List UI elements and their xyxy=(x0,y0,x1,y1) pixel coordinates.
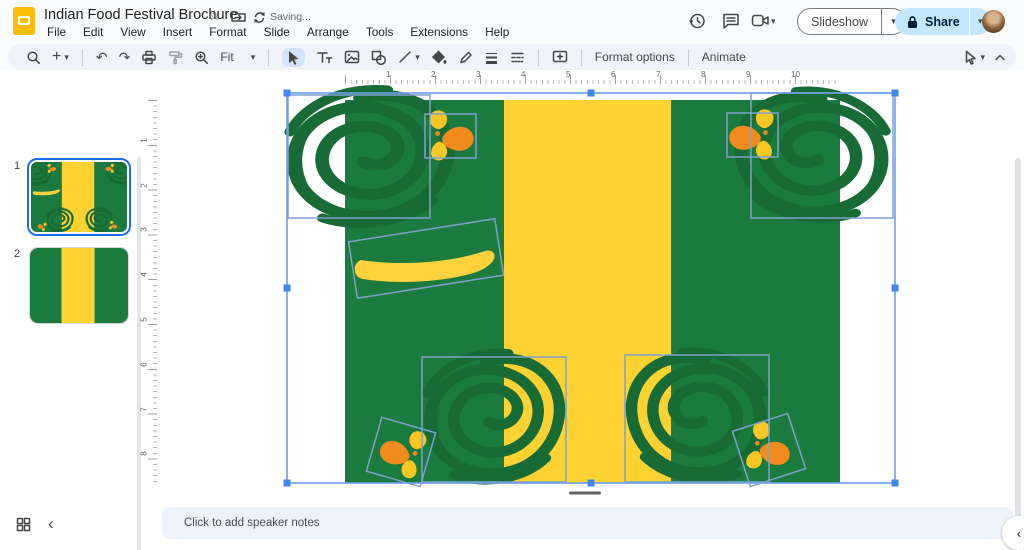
v-ruler-number: 6 xyxy=(140,362,149,366)
insert-image-icon[interactable] xyxy=(344,50,360,64)
menu-help[interactable]: Help xyxy=(480,23,514,41)
redo-icon[interactable]: ↷ xyxy=(119,50,131,64)
zoom-in-icon[interactable] xyxy=(194,50,209,65)
v-ruler-number: 2 xyxy=(140,183,149,187)
slide-1-number: 1 xyxy=(14,160,20,172)
selection-handle xyxy=(892,90,899,97)
undo-icon[interactable]: ↶ xyxy=(96,50,108,64)
workspace: 1 2 12345678910 12345678 xyxy=(0,70,1024,507)
canvas-v-scrollbar[interactable] xyxy=(1015,158,1021,550)
grid-view-icon[interactable] xyxy=(16,517,31,532)
header: Indian Food Festival Brochure ☆ Saving..… xyxy=(0,0,1024,70)
collapse-filmstrip-icon[interactable]: ‹ xyxy=(48,514,54,534)
collapse-toolbar-icon[interactable] xyxy=(994,53,1006,61)
menu-arrange[interactable]: Arrange xyxy=(302,23,354,41)
v-ruler-number: 5 xyxy=(140,317,149,321)
insert-line-icon[interactable]: ▾ xyxy=(398,50,420,64)
speaker-notes-placeholder: Click to add speaker notes xyxy=(184,517,320,529)
menu-slide[interactable]: Slide xyxy=(259,23,295,41)
editing-mode-caret-icon: ▾ xyxy=(980,53,985,62)
menu-extensions[interactable]: Extensions xyxy=(405,23,473,41)
add-comment-icon[interactable] xyxy=(552,50,568,65)
v-ruler-number: 4 xyxy=(140,272,149,276)
paint-format-icon[interactable] xyxy=(168,50,183,65)
slide-1-thumbnail[interactable] xyxy=(27,158,131,236)
zoom-select[interactable]: Fit ▾ xyxy=(220,50,255,64)
selection-handle xyxy=(892,285,899,292)
star-icon[interactable]: ☆ xyxy=(208,7,221,24)
menu-file[interactable]: File xyxy=(42,23,71,41)
collapse-notes-button[interactable]: ‹ xyxy=(1002,516,1024,550)
menu-format[interactable]: Format xyxy=(204,23,251,41)
slide-2-thumbnail[interactable] xyxy=(29,247,129,324)
new-slide-button[interactable]: +▾ xyxy=(52,49,69,65)
v-ruler-number: 3 xyxy=(140,228,149,232)
v-ruler-number: 1 xyxy=(140,138,149,142)
slide-canvas[interactable] xyxy=(160,70,1012,500)
selection-handle xyxy=(588,90,595,97)
border-dash-icon[interactable] xyxy=(510,51,525,64)
saving-status: Saving... xyxy=(270,11,311,23)
toolbar: +▾ ↶ ↷ Fit ▾ ▾ xyxy=(8,44,1016,70)
border-color-icon[interactable] xyxy=(458,50,473,65)
comments-icon[interactable] xyxy=(722,12,740,30)
vertical-ruler: 1 2 3 4 5 6 7 8 xyxy=(143,100,157,483)
menu-view[interactable]: View xyxy=(115,23,150,41)
meet-camera-icon[interactable] xyxy=(751,12,770,29)
zoom-caret-icon: ▾ xyxy=(251,53,256,62)
border-weight-icon[interactable] xyxy=(484,51,499,64)
zoom-value: Fit xyxy=(220,50,233,64)
selection-handle xyxy=(284,480,291,487)
selection-handle xyxy=(284,90,291,97)
canvas-h-scrollbar[interactable] xyxy=(569,492,601,495)
selection-handle xyxy=(588,480,595,487)
format-options-button[interactable]: Format options xyxy=(595,50,675,64)
v-ruler-number: 8 xyxy=(140,452,149,456)
move-folder-icon[interactable] xyxy=(231,10,246,23)
slide-2-number: 2 xyxy=(14,248,20,260)
lock-icon xyxy=(906,15,919,29)
menu-tools[interactable]: Tools xyxy=(361,23,399,41)
v-ruler-number: 7 xyxy=(140,407,149,411)
camera-caret-icon[interactable]: ▾ xyxy=(771,17,776,26)
menu-bar: File Edit View Insert Format Slide Arrange Tool… xyxy=(42,23,514,41)
selection-handle xyxy=(284,285,291,292)
filmstrip-scrollbar[interactable] xyxy=(137,156,141,550)
share-button[interactable]: Share ▾ xyxy=(895,8,991,35)
select-tool-button[interactable] xyxy=(282,48,305,67)
print-icon[interactable] xyxy=(141,50,157,65)
share-label: Share xyxy=(919,15,969,29)
animate-button[interactable]: Animate xyxy=(702,50,746,64)
speaker-notes[interactable]: Click to add speaker notes xyxy=(162,507,1013,539)
selection-handle xyxy=(892,480,899,487)
new-slide-caret-icon: ▾ xyxy=(64,53,69,62)
menu-insert[interactable]: Insert xyxy=(158,23,198,41)
slideshow-button[interactable]: Slideshow ▾ xyxy=(797,8,906,35)
line-caret-icon: ▾ xyxy=(415,53,420,62)
search-menus-icon[interactable] xyxy=(26,50,41,65)
avatar[interactable] xyxy=(982,10,1005,33)
editing-mode-button[interactable]: ▾ xyxy=(964,50,985,65)
slideshow-label: Slideshow xyxy=(798,15,881,29)
slides-logo[interactable] xyxy=(13,7,35,35)
insert-shape-icon[interactable] xyxy=(371,50,387,65)
text-box-icon[interactable] xyxy=(316,50,333,65)
version-history-icon[interactable] xyxy=(688,12,706,30)
menu-edit[interactable]: Edit xyxy=(78,23,108,41)
fill-color-icon[interactable] xyxy=(431,50,447,65)
